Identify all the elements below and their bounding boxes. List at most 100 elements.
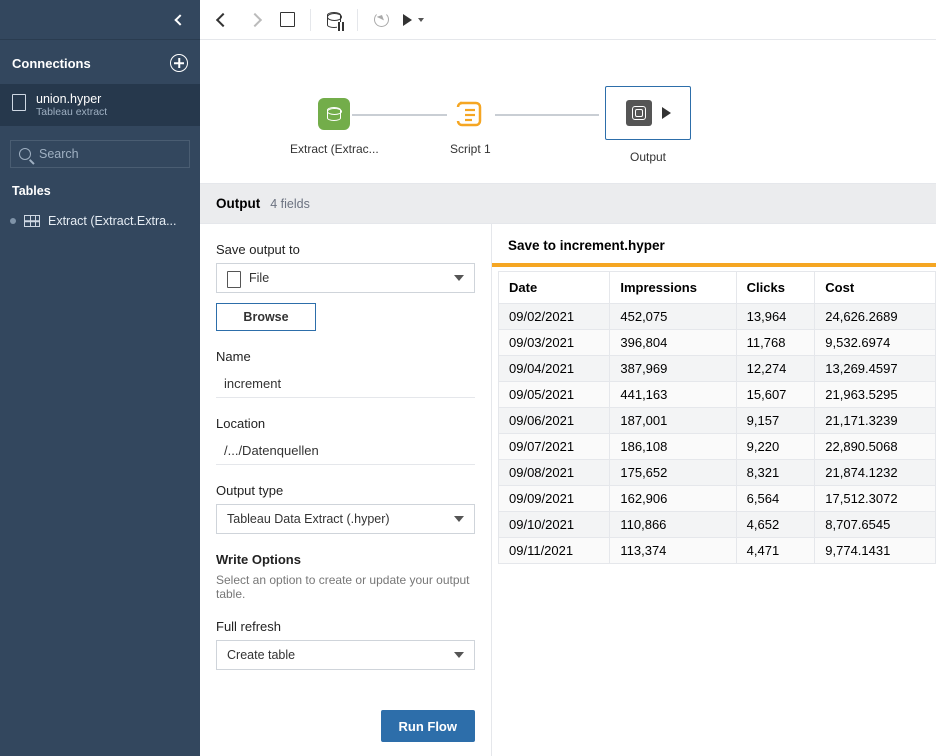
name-input[interactable]: increment [216,370,475,398]
table-cell: 09/04/2021 [499,356,610,382]
table-row: 09/09/2021162,9066,56417,512.3072 [499,486,936,512]
separator-icon [357,9,358,31]
table-cell: 09/11/2021 [499,538,610,564]
output-icon [632,106,646,120]
flow-node-script[interactable]: Script 1 [450,98,491,156]
table-cell: 8,707.6545 [815,512,936,538]
table-row: 09/05/2021441,16315,60721,963.5295 [499,382,936,408]
add-connection-button[interactable] [170,54,188,72]
caret-down-icon [454,652,464,658]
sidebar-collapse-button[interactable] [0,0,200,40]
table-cell: 9,532.6974 [815,330,936,356]
table-cell: 09/08/2021 [499,460,610,486]
output-type-label: Output type [216,483,475,498]
refresh-icon [374,12,389,27]
table-cell: 15,607 [736,382,815,408]
save-icon [280,12,295,27]
column-header[interactable]: Clicks [736,272,815,304]
output-type-value: Tableau Data Extract (.hyper) [227,512,390,526]
sidebar: Connections union.hyper Tableau extract … [0,0,200,756]
preview-title: Save to increment.hyper [492,224,936,263]
table-cell: 4,652 [736,512,815,538]
database-icon [327,107,341,121]
flow-canvas[interactable]: Extract (Extrac... Script 1 [200,40,936,184]
table-cell: 09/02/2021 [499,304,610,330]
save-output-to-select[interactable]: File [216,263,475,293]
flow-node-label: Extract (Extrac... [290,142,379,156]
browse-button[interactable]: Browse [216,303,316,331]
table-cell: 21,171.3239 [815,408,936,434]
table-row: 09/04/2021387,96912,27413,269.4597 [499,356,936,382]
output-config-panel: Save output to File Browse Name incremen… [200,224,492,756]
flow-node-extract[interactable]: Extract (Extrac... [290,98,379,156]
table-cell: 187,001 [610,408,736,434]
step-header: Output 4 fields [200,184,936,224]
run-button[interactable] [404,11,422,29]
save-output-to-value: File [249,271,269,285]
flow-node-label: Output [605,150,691,164]
pause-data-button[interactable] [325,11,343,29]
search-placeholder: Search [39,147,79,161]
full-refresh-label: Full refresh [216,619,475,634]
table-cell: 24,626.2689 [815,304,936,330]
name-label: Name [216,349,475,364]
run-flow-button[interactable]: Run Flow [381,710,476,742]
table-cell: 9,157 [736,408,815,434]
table-cell: 09/06/2021 [499,408,610,434]
accent-strip [492,263,936,267]
table-row: 09/11/2021113,3744,4719,774.1431 [499,538,936,564]
save-button[interactable] [278,11,296,29]
connection-item[interactable]: union.hyper Tableau extract [0,84,200,126]
table-cell: 9,774.1431 [815,538,936,564]
arrow-right-icon [248,12,262,26]
table-cell: 162,906 [610,486,736,512]
table-cell: 8,321 [736,460,815,486]
back-button[interactable] [214,11,232,29]
table-cell: 186,108 [610,434,736,460]
table-cell: 387,969 [610,356,736,382]
tables-label: Tables [0,178,200,208]
table-cell: 4,471 [736,538,815,564]
output-type-select[interactable]: Tableau Data Extract (.hyper) [216,504,475,534]
save-output-to-label: Save output to [216,242,475,257]
refresh-button[interactable] [372,11,390,29]
arrow-left-icon [216,12,230,26]
table-cell: 17,512.3072 [815,486,936,512]
database-pause-icon [327,12,341,28]
table-cell: 09/10/2021 [499,512,610,538]
table-cell: 452,075 [610,304,736,330]
column-header[interactable]: Date [499,272,610,304]
table-cell: 12,274 [736,356,815,382]
table-cell: 13,964 [736,304,815,330]
script-icon [454,99,486,129]
toolbar [200,0,936,40]
panels: Save output to File Browse Name incremen… [200,224,936,756]
table-item-extract[interactable]: Extract (Extract.Extra... [0,208,200,234]
separator-icon [310,9,311,31]
connections-label: Connections [12,56,91,71]
table-cell: 22,890.5068 [815,434,936,460]
table-icon [24,215,40,227]
flow-edge [495,114,599,116]
column-header[interactable]: Cost [815,272,936,304]
column-header[interactable]: Impressions [610,272,736,304]
connection-subtitle: Tableau extract [36,106,107,118]
table-cell: 09/07/2021 [499,434,610,460]
forward-button[interactable] [246,11,264,29]
connections-header: Connections [0,40,200,84]
full-refresh-select[interactable]: Create table [216,640,475,670]
chevron-left-icon [174,14,185,25]
table-cell: 9,220 [736,434,815,460]
write-options-label: Write Options [216,552,475,567]
table-row: 09/07/2021186,1089,22022,890.5068 [499,434,936,460]
table-cell: 11,768 [736,330,815,356]
location-input[interactable]: /.../Datenquellen [216,437,475,465]
write-options-hint: Select an option to create or update you… [216,573,475,601]
location-label: Location [216,416,475,431]
table-cell: 21,963.5295 [815,382,936,408]
flow-node-output[interactable]: Output [605,86,691,164]
table-row: 09/10/2021110,8664,6528,707.6545 [499,512,936,538]
search-input[interactable]: Search [10,140,190,168]
play-icon [403,14,412,26]
preview-table: DateImpressionsClicksCost 09/02/2021452,… [498,271,936,564]
